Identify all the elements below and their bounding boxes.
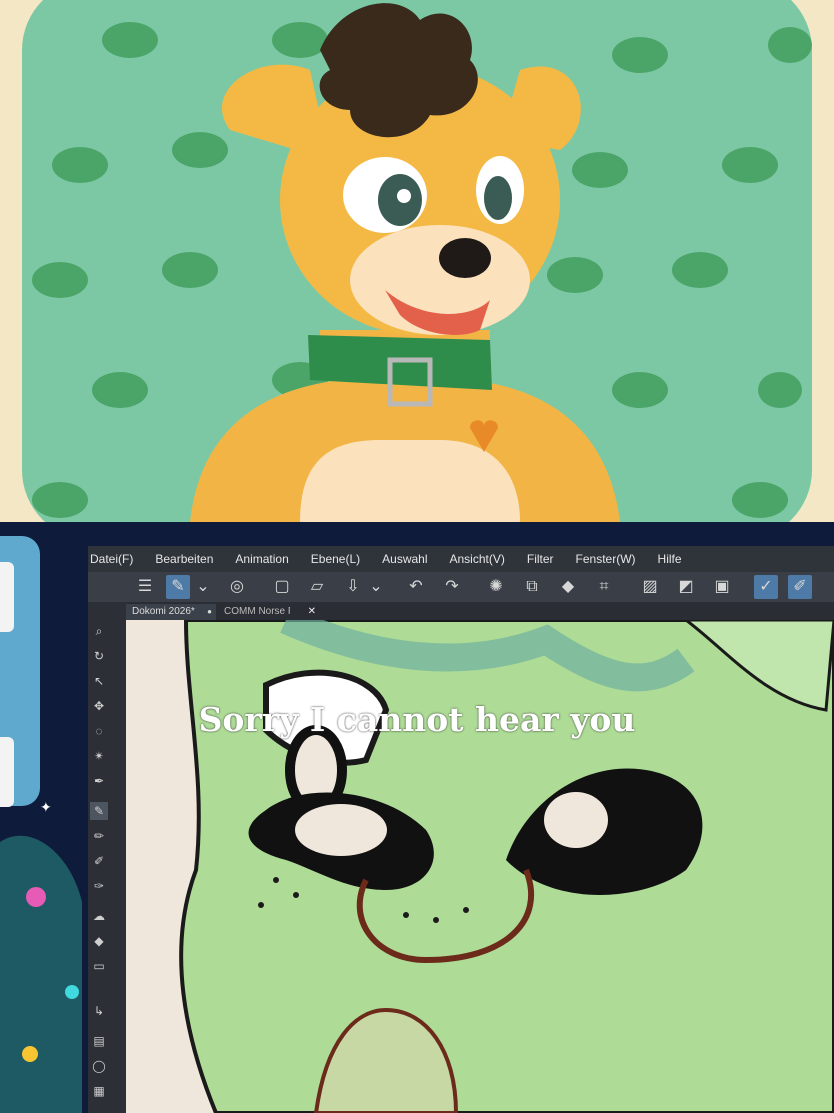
drawing-app-panel: ✦ Datei(F) Bearbeiten Animation Ebene(L)… <box>0 522 834 1113</box>
pen-tool-icon[interactable]: ✓ <box>754 575 778 599</box>
brush-tool-icon[interactable]: ✐ <box>90 852 108 870</box>
chevron-down-icon[interactable]: ⌄ <box>196 575 210 599</box>
wand-tool-icon[interactable]: ✴ <box>90 747 108 765</box>
fill-tool-icon[interactable]: ◆ <box>90 932 108 950</box>
new-file-icon[interactable]: ▢ <box>270 575 294 599</box>
layer-tool-icon[interactable]: ▤ <box>90 1032 108 1050</box>
menu-file[interactable]: Datei(F) <box>90 552 133 566</box>
tree-decoration <box>0 835 82 1113</box>
menu-animation[interactable]: Animation <box>235 552 288 566</box>
shape-tool-icon[interactable]: ◯ <box>90 1057 108 1075</box>
document-tabs: Dokomi 2026* ● COMM Norse F ✕ <box>126 602 834 620</box>
eraser-tool-icon[interactable]: ▭ <box>90 957 108 975</box>
menu-filter[interactable]: Filter <box>527 552 554 566</box>
blend-tool-icon[interactable]: ☁ <box>90 907 108 925</box>
drawing-canvas[interactable] <box>126 620 834 1113</box>
folder-open-icon[interactable]: ▱ <box>305 575 329 599</box>
tab-label: COMM Norse F <box>224 606 290 617</box>
desktop-background: ✦ <box>0 522 90 1113</box>
menu-selection[interactable]: Auswahl <box>382 552 427 566</box>
chevron-down-icon[interactable]: ⌄ <box>369 575 383 599</box>
menu-bar: Datei(F) Bearbeiten Animation Ebene(L) A… <box>88 546 834 572</box>
svg-text:✦: ✦ <box>40 799 52 815</box>
transform-icon[interactable]: ⧉ <box>520 575 544 599</box>
modified-indicator-icon: ● <box>207 607 212 616</box>
eyedropper-tool-icon[interactable]: ✒ <box>90 772 108 790</box>
menu-view[interactable]: Ansicht(V) <box>450 552 505 566</box>
square-icon[interactable]: ▨ <box>638 575 662 599</box>
rotate-tool-icon[interactable]: ↻ <box>90 647 108 665</box>
undo-icon[interactable]: ↶ <box>404 575 428 599</box>
menu-help[interactable]: Hilfe <box>658 552 682 566</box>
brush-tool-icon[interactable]: ✐ <box>788 575 812 599</box>
caption-text: Sorry I cannot hear you <box>198 700 636 739</box>
redo-icon[interactable]: ↷ <box>440 575 464 599</box>
crop-icon[interactable]: ⌗ <box>592 575 616 599</box>
pen-tool-icon[interactable]: ✎ <box>90 802 108 820</box>
avatar-video-panel <box>0 0 834 522</box>
avatar-scene <box>0 0 834 522</box>
canvas-artwork <box>126 620 834 1113</box>
pencil-tool-icon[interactable]: ✏ <box>90 827 108 845</box>
close-icon[interactable]: ✕ <box>308 604 316 620</box>
loading-icon[interactable]: ✺ <box>484 575 508 599</box>
menu-layer[interactable]: Ebene(L) <box>311 552 360 566</box>
zoom-tool-icon[interactable]: ⌕ <box>90 622 108 640</box>
command-bar: ☰ ✎ ⌄ ◎ ▢ ▱ ⇩ ⌄ ↶ ↷ ✺ ⧉ ◆ ⌗ ▨ ◩ ▣ ✓ ✐ <box>88 572 834 603</box>
layer-icon[interactable]: ◎ <box>225 575 249 599</box>
menu-edit[interactable]: Bearbeiten <box>155 552 213 566</box>
tab-dokomi[interactable]: Dokomi 2026* ● <box>126 604 216 620</box>
save-icon[interactable]: ⇩ <box>341 575 365 599</box>
text-tool-icon[interactable]: ↳ <box>90 1002 108 1020</box>
fill-icon[interactable]: ◆ <box>556 575 580 599</box>
menu-window[interactable]: Fenster(W) <box>576 552 636 566</box>
dog-nose <box>439 238 491 278</box>
menu-icon[interactable]: ☰ <box>133 575 157 599</box>
brush-select-icon[interactable]: ✎ <box>166 575 190 599</box>
frame-icon[interactable]: ▣ <box>710 575 734 599</box>
select-tool-icon[interactable]: ↖ <box>90 672 108 690</box>
frame-tool-icon[interactable]: ▦ <box>90 1082 108 1100</box>
dog-chest <box>300 440 520 522</box>
tab-label: Dokomi 2026* <box>132 606 195 617</box>
contrast-icon[interactable]: ◩ <box>674 575 698 599</box>
airbrush-tool-icon[interactable]: ✑ <box>90 877 108 895</box>
tab-comm-norse[interactable]: COMM Norse F ✕ <box>218 604 318 620</box>
tool-palette: ⌕ ↻ ↖ ✥ ◌ ✴ ✒ ✎ ✏ ✐ ✑ ☁ ◆ ▭ ↳ ▤ ◯ ▦ <box>88 602 126 1113</box>
